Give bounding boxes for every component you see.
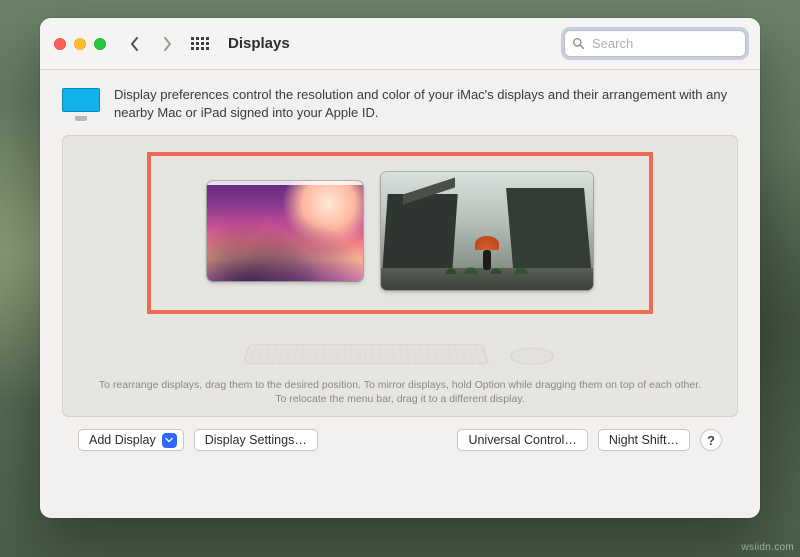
footer-buttons: Add Display Display Settings… Universal … (62, 417, 738, 465)
intro-row: Display preferences control the resoluti… (62, 86, 738, 121)
minimize-window-button[interactable] (74, 38, 86, 50)
search-icon (572, 37, 585, 50)
help-button[interactable]: ? (700, 429, 722, 451)
add-display-label: Add Display (89, 433, 156, 447)
intro-text: Display preferences control the resoluti… (114, 86, 738, 121)
mouse-icon (510, 348, 555, 365)
titlebar: Displays (40, 18, 760, 70)
arrangement-hint: To rearrange displays, drag them to the … (63, 378, 737, 406)
display-settings-label: Display Settings… (205, 433, 307, 447)
display-thumbnail-1[interactable] (207, 181, 363, 281)
peripherals-illustration (63, 340, 737, 368)
chevron-down-icon (162, 433, 177, 448)
content-area: Display preferences control the resoluti… (40, 70, 760, 518)
universal-control-button[interactable]: Universal Control… (457, 429, 587, 451)
display-thumbnail-2[interactable] (381, 172, 593, 290)
search-field[interactable] (564, 30, 746, 57)
back-button[interactable] (124, 32, 146, 56)
window-controls (54, 38, 106, 50)
add-display-button[interactable]: Add Display (78, 429, 184, 451)
displays-icon (62, 88, 100, 118)
menu-bar-indicator[interactable] (207, 181, 363, 185)
show-all-prefs-button[interactable] (190, 34, 210, 54)
display-arrangement-area[interactable]: To rearrange displays, drag them to the … (62, 135, 738, 417)
watermark: wsiidn.com (742, 542, 794, 553)
keyboard-icon (243, 344, 489, 364)
window-title: Displays (228, 35, 290, 52)
forward-button[interactable] (156, 32, 178, 56)
night-shift-button[interactable]: Night Shift… (598, 429, 690, 451)
close-window-button[interactable] (54, 38, 66, 50)
display-thumbnails (63, 172, 737, 290)
search-input[interactable] (590, 35, 738, 52)
help-label: ? (707, 433, 715, 448)
night-shift-label: Night Shift… (609, 433, 679, 447)
display-settings-button[interactable]: Display Settings… (194, 429, 318, 451)
universal-control-label: Universal Control… (468, 433, 576, 447)
zoom-window-button[interactable] (94, 38, 106, 50)
preferences-window: Displays Display preferences control the… (40, 18, 760, 518)
